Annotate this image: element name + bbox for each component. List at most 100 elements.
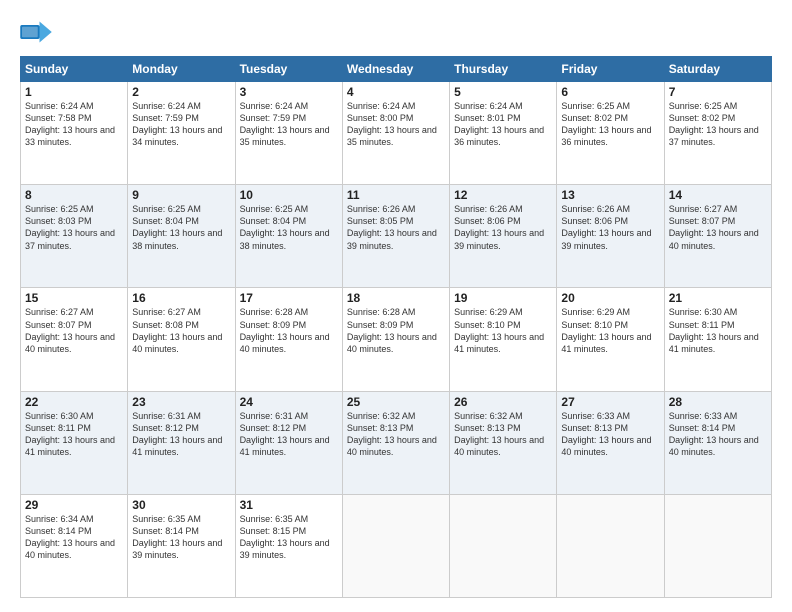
- calendar-cell: 26Sunrise: 6:32 AMSunset: 8:13 PMDayligh…: [450, 391, 557, 494]
- calendar-day-header: Sunday: [21, 57, 128, 82]
- day-number: 11: [347, 188, 445, 202]
- day-number: 19: [454, 291, 552, 305]
- day-number: 21: [669, 291, 767, 305]
- cell-info: Sunrise: 6:26 AMSunset: 8:05 PMDaylight:…: [347, 203, 445, 252]
- day-number: 17: [240, 291, 338, 305]
- day-number: 4: [347, 85, 445, 99]
- calendar-week-row: 1Sunrise: 6:24 AMSunset: 7:58 PMDaylight…: [21, 82, 772, 185]
- day-number: 25: [347, 395, 445, 409]
- day-number: 7: [669, 85, 767, 99]
- logo: [20, 18, 56, 46]
- calendar-cell: 6Sunrise: 6:25 AMSunset: 8:02 PMDaylight…: [557, 82, 664, 185]
- cell-info: Sunrise: 6:33 AMSunset: 8:14 PMDaylight:…: [669, 410, 767, 459]
- cell-info: Sunrise: 6:25 AMSunset: 8:03 PMDaylight:…: [25, 203, 123, 252]
- calendar-cell: 23Sunrise: 6:31 AMSunset: 8:12 PMDayligh…: [128, 391, 235, 494]
- calendar-cell: 21Sunrise: 6:30 AMSunset: 8:11 PMDayligh…: [664, 288, 771, 391]
- calendar-table: SundayMondayTuesdayWednesdayThursdayFrid…: [20, 56, 772, 598]
- cell-info: Sunrise: 6:28 AMSunset: 8:09 PMDaylight:…: [240, 306, 338, 355]
- calendar-day-header: Friday: [557, 57, 664, 82]
- cell-info: Sunrise: 6:24 AMSunset: 8:00 PMDaylight:…: [347, 100, 445, 149]
- day-number: 29: [25, 498, 123, 512]
- day-number: 1: [25, 85, 123, 99]
- header: [20, 18, 772, 46]
- day-number: 26: [454, 395, 552, 409]
- day-number: 13: [561, 188, 659, 202]
- cell-info: Sunrise: 6:27 AMSunset: 8:07 PMDaylight:…: [669, 203, 767, 252]
- cell-info: Sunrise: 6:24 AMSunset: 7:58 PMDaylight:…: [25, 100, 123, 149]
- calendar-cell: 28Sunrise: 6:33 AMSunset: 8:14 PMDayligh…: [664, 391, 771, 494]
- calendar-cell: 10Sunrise: 6:25 AMSunset: 8:04 PMDayligh…: [235, 185, 342, 288]
- day-number: 28: [669, 395, 767, 409]
- day-number: 27: [561, 395, 659, 409]
- calendar-cell: 9Sunrise: 6:25 AMSunset: 8:04 PMDaylight…: [128, 185, 235, 288]
- cell-info: Sunrise: 6:31 AMSunset: 8:12 PMDaylight:…: [132, 410, 230, 459]
- calendar-cell: 4Sunrise: 6:24 AMSunset: 8:00 PMDaylight…: [342, 82, 449, 185]
- cell-info: Sunrise: 6:34 AMSunset: 8:14 PMDaylight:…: [25, 513, 123, 562]
- day-number: 16: [132, 291, 230, 305]
- calendar-cell: 2Sunrise: 6:24 AMSunset: 7:59 PMDaylight…: [128, 82, 235, 185]
- day-number: 10: [240, 188, 338, 202]
- calendar-cell: 22Sunrise: 6:30 AMSunset: 8:11 PMDayligh…: [21, 391, 128, 494]
- day-number: 5: [454, 85, 552, 99]
- calendar-cell: 29Sunrise: 6:34 AMSunset: 8:14 PMDayligh…: [21, 494, 128, 597]
- calendar-cell: 14Sunrise: 6:27 AMSunset: 8:07 PMDayligh…: [664, 185, 771, 288]
- calendar-day-header: Thursday: [450, 57, 557, 82]
- calendar-cell: 19Sunrise: 6:29 AMSunset: 8:10 PMDayligh…: [450, 288, 557, 391]
- calendar-cell: 30Sunrise: 6:35 AMSunset: 8:14 PMDayligh…: [128, 494, 235, 597]
- day-number: 2: [132, 85, 230, 99]
- day-number: 15: [25, 291, 123, 305]
- calendar-cell: 20Sunrise: 6:29 AMSunset: 8:10 PMDayligh…: [557, 288, 664, 391]
- cell-info: Sunrise: 6:24 AMSunset: 7:59 PMDaylight:…: [240, 100, 338, 149]
- calendar-cell: 25Sunrise: 6:32 AMSunset: 8:13 PMDayligh…: [342, 391, 449, 494]
- cell-info: Sunrise: 6:26 AMSunset: 8:06 PMDaylight:…: [454, 203, 552, 252]
- day-number: 30: [132, 498, 230, 512]
- day-number: 8: [25, 188, 123, 202]
- calendar-cell: [450, 494, 557, 597]
- day-number: 6: [561, 85, 659, 99]
- cell-info: Sunrise: 6:26 AMSunset: 8:06 PMDaylight:…: [561, 203, 659, 252]
- cell-info: Sunrise: 6:28 AMSunset: 8:09 PMDaylight:…: [347, 306, 445, 355]
- cell-info: Sunrise: 6:25 AMSunset: 8:02 PMDaylight:…: [561, 100, 659, 149]
- calendar-header-row: SundayMondayTuesdayWednesdayThursdayFrid…: [21, 57, 772, 82]
- calendar-cell: 27Sunrise: 6:33 AMSunset: 8:13 PMDayligh…: [557, 391, 664, 494]
- calendar-day-header: Wednesday: [342, 57, 449, 82]
- cell-info: Sunrise: 6:25 AMSunset: 8:04 PMDaylight:…: [240, 203, 338, 252]
- cell-info: Sunrise: 6:25 AMSunset: 8:04 PMDaylight:…: [132, 203, 230, 252]
- calendar-cell: 15Sunrise: 6:27 AMSunset: 8:07 PMDayligh…: [21, 288, 128, 391]
- day-number: 18: [347, 291, 445, 305]
- calendar-cell: [664, 494, 771, 597]
- cell-info: Sunrise: 6:32 AMSunset: 8:13 PMDaylight:…: [454, 410, 552, 459]
- day-number: 14: [669, 188, 767, 202]
- calendar-cell: [557, 494, 664, 597]
- calendar-cell: 5Sunrise: 6:24 AMSunset: 8:01 PMDaylight…: [450, 82, 557, 185]
- calendar-cell: 1Sunrise: 6:24 AMSunset: 7:58 PMDaylight…: [21, 82, 128, 185]
- cell-info: Sunrise: 6:35 AMSunset: 8:14 PMDaylight:…: [132, 513, 230, 562]
- calendar-cell: 3Sunrise: 6:24 AMSunset: 7:59 PMDaylight…: [235, 82, 342, 185]
- cell-info: Sunrise: 6:29 AMSunset: 8:10 PMDaylight:…: [561, 306, 659, 355]
- calendar-week-row: 29Sunrise: 6:34 AMSunset: 8:14 PMDayligh…: [21, 494, 772, 597]
- cell-info: Sunrise: 6:27 AMSunset: 8:08 PMDaylight:…: [132, 306, 230, 355]
- calendar-cell: 12Sunrise: 6:26 AMSunset: 8:06 PMDayligh…: [450, 185, 557, 288]
- cell-info: Sunrise: 6:30 AMSunset: 8:11 PMDaylight:…: [25, 410, 123, 459]
- calendar-cell: 7Sunrise: 6:25 AMSunset: 8:02 PMDaylight…: [664, 82, 771, 185]
- cell-info: Sunrise: 6:25 AMSunset: 8:02 PMDaylight:…: [669, 100, 767, 149]
- calendar-day-header: Saturday: [664, 57, 771, 82]
- calendar-cell: 16Sunrise: 6:27 AMSunset: 8:08 PMDayligh…: [128, 288, 235, 391]
- cell-info: Sunrise: 6:27 AMSunset: 8:07 PMDaylight:…: [25, 306, 123, 355]
- day-number: 23: [132, 395, 230, 409]
- calendar-day-header: Monday: [128, 57, 235, 82]
- day-number: 31: [240, 498, 338, 512]
- calendar-cell: [342, 494, 449, 597]
- cell-info: Sunrise: 6:32 AMSunset: 8:13 PMDaylight:…: [347, 410, 445, 459]
- day-number: 24: [240, 395, 338, 409]
- calendar-cell: 17Sunrise: 6:28 AMSunset: 8:09 PMDayligh…: [235, 288, 342, 391]
- calendar-cell: 11Sunrise: 6:26 AMSunset: 8:05 PMDayligh…: [342, 185, 449, 288]
- day-number: 9: [132, 188, 230, 202]
- calendar-week-row: 22Sunrise: 6:30 AMSunset: 8:11 PMDayligh…: [21, 391, 772, 494]
- cell-info: Sunrise: 6:24 AMSunset: 8:01 PMDaylight:…: [454, 100, 552, 149]
- calendar-cell: 18Sunrise: 6:28 AMSunset: 8:09 PMDayligh…: [342, 288, 449, 391]
- cell-info: Sunrise: 6:31 AMSunset: 8:12 PMDaylight:…: [240, 410, 338, 459]
- day-number: 12: [454, 188, 552, 202]
- calendar-cell: 24Sunrise: 6:31 AMSunset: 8:12 PMDayligh…: [235, 391, 342, 494]
- calendar-week-row: 15Sunrise: 6:27 AMSunset: 8:07 PMDayligh…: [21, 288, 772, 391]
